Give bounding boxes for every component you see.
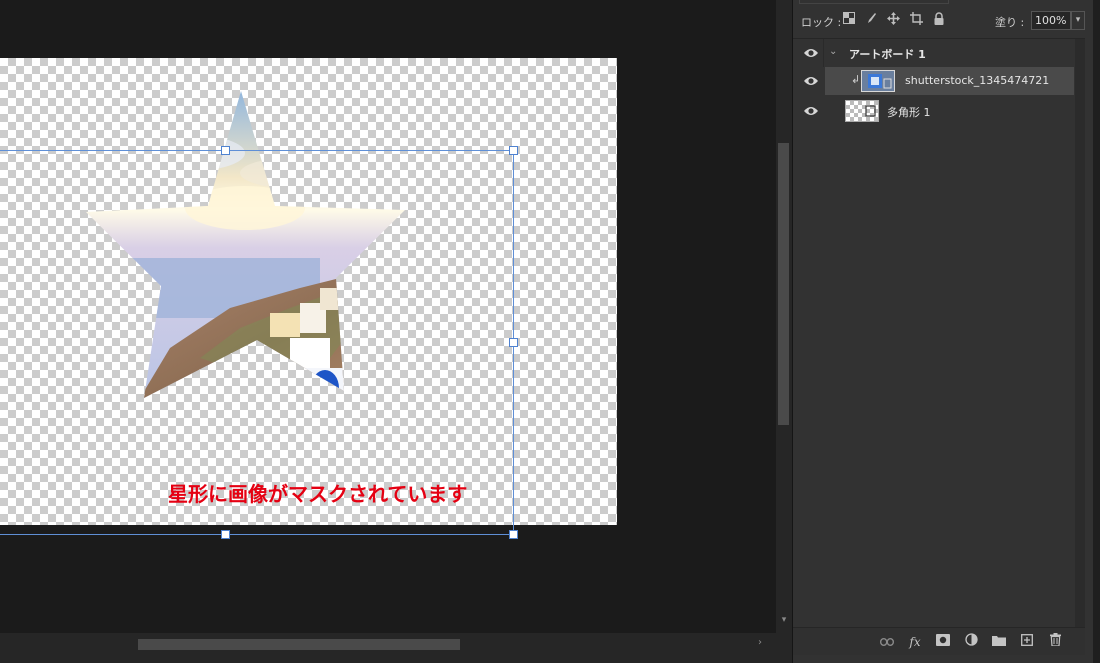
vertical-scroll-thumb[interactable] xyxy=(778,143,789,425)
row-divider xyxy=(823,39,824,67)
clipping-mask-arrow-icon: ↲ xyxy=(851,73,861,86)
lock-position-icon[interactable] xyxy=(885,12,901,28)
chevron-down-icon[interactable]: ▾ xyxy=(1071,11,1085,30)
mask-caption: 星形に画像がマスクされています xyxy=(168,482,468,506)
lock-image-pixels-icon[interactable] xyxy=(863,12,879,28)
lock-transparent-pixels-icon[interactable] xyxy=(841,12,857,28)
eye-icon[interactable] xyxy=(803,47,819,59)
transform-handle-bottom-center[interactable] xyxy=(221,530,230,539)
fill-opacity-input[interactable] xyxy=(1031,11,1071,30)
add-mask-icon[interactable] xyxy=(934,633,952,651)
layer-name: 多角形 1 xyxy=(887,106,931,119)
horizontal-scroll-thumb[interactable] xyxy=(138,639,460,650)
smart-object-thumbnail xyxy=(861,70,895,92)
scrollbar-corner xyxy=(776,633,792,663)
layer-row-smart-object[interactable]: ↲ shutterstock_1345474721 xyxy=(804,67,1074,95)
layers-panel-footer: fx xyxy=(793,627,1085,655)
link-layers-icon[interactable] xyxy=(878,633,896,651)
shape-layer-thumbnail xyxy=(845,100,879,122)
adjustment-layer-icon[interactable] xyxy=(962,633,980,651)
fx-icon[interactable]: fx xyxy=(906,633,924,651)
lock-label: ロック : xyxy=(801,16,842,29)
eye-icon[interactable] xyxy=(803,75,819,87)
new-layer-icon[interactable] xyxy=(1018,633,1036,651)
scroll-down-arrow-icon[interactable]: ▾ xyxy=(778,615,790,629)
lock-artboard-icon[interactable] xyxy=(908,12,924,28)
transform-handle-bottom-right[interactable] xyxy=(509,530,518,539)
lock-bar: ロック : 塗り : ▾ xyxy=(793,8,1085,34)
eye-icon[interactable] xyxy=(803,105,819,117)
fill-label: 塗り : xyxy=(995,16,1025,29)
layer-name: shutterstock_1345474721 xyxy=(905,74,1050,87)
transform-handle-middle-right[interactable] xyxy=(509,338,518,347)
lock-all-icon[interactable] xyxy=(931,12,947,28)
panel-tab-edge xyxy=(799,0,949,4)
vertical-scrollbar[interactable]: ▾ xyxy=(776,0,792,633)
layer-row-shape[interactable]: 多角形 1 xyxy=(804,97,1074,125)
artboard[interactable]: 星形に画像がマスクされています xyxy=(0,58,617,539)
transform-handle-top-center[interactable] xyxy=(221,146,230,155)
window-edge xyxy=(1093,0,1100,663)
chevron-down-icon[interactable]: ⌄ xyxy=(829,46,837,57)
horizontal-scrollbar[interactable]: › xyxy=(0,633,776,663)
layer-row-artboard[interactable]: ⌄ アートボード 1 xyxy=(793,39,1074,67)
panel-scrollbar[interactable] xyxy=(1075,39,1085,627)
delete-layer-icon[interactable] xyxy=(1046,633,1064,651)
new-group-icon[interactable] xyxy=(990,633,1008,651)
layer-name: アートボード 1 xyxy=(849,48,926,61)
transform-handle-top-right[interactable] xyxy=(509,146,518,155)
layers-panel: ロック : 塗り : ▾ ⌄ アートボード 1 ↲ xyxy=(792,0,1100,663)
scroll-right-arrow-icon[interactable]: › xyxy=(758,637,770,651)
canvas-area[interactable]: 星形に画像がマスクされています xyxy=(0,0,776,633)
